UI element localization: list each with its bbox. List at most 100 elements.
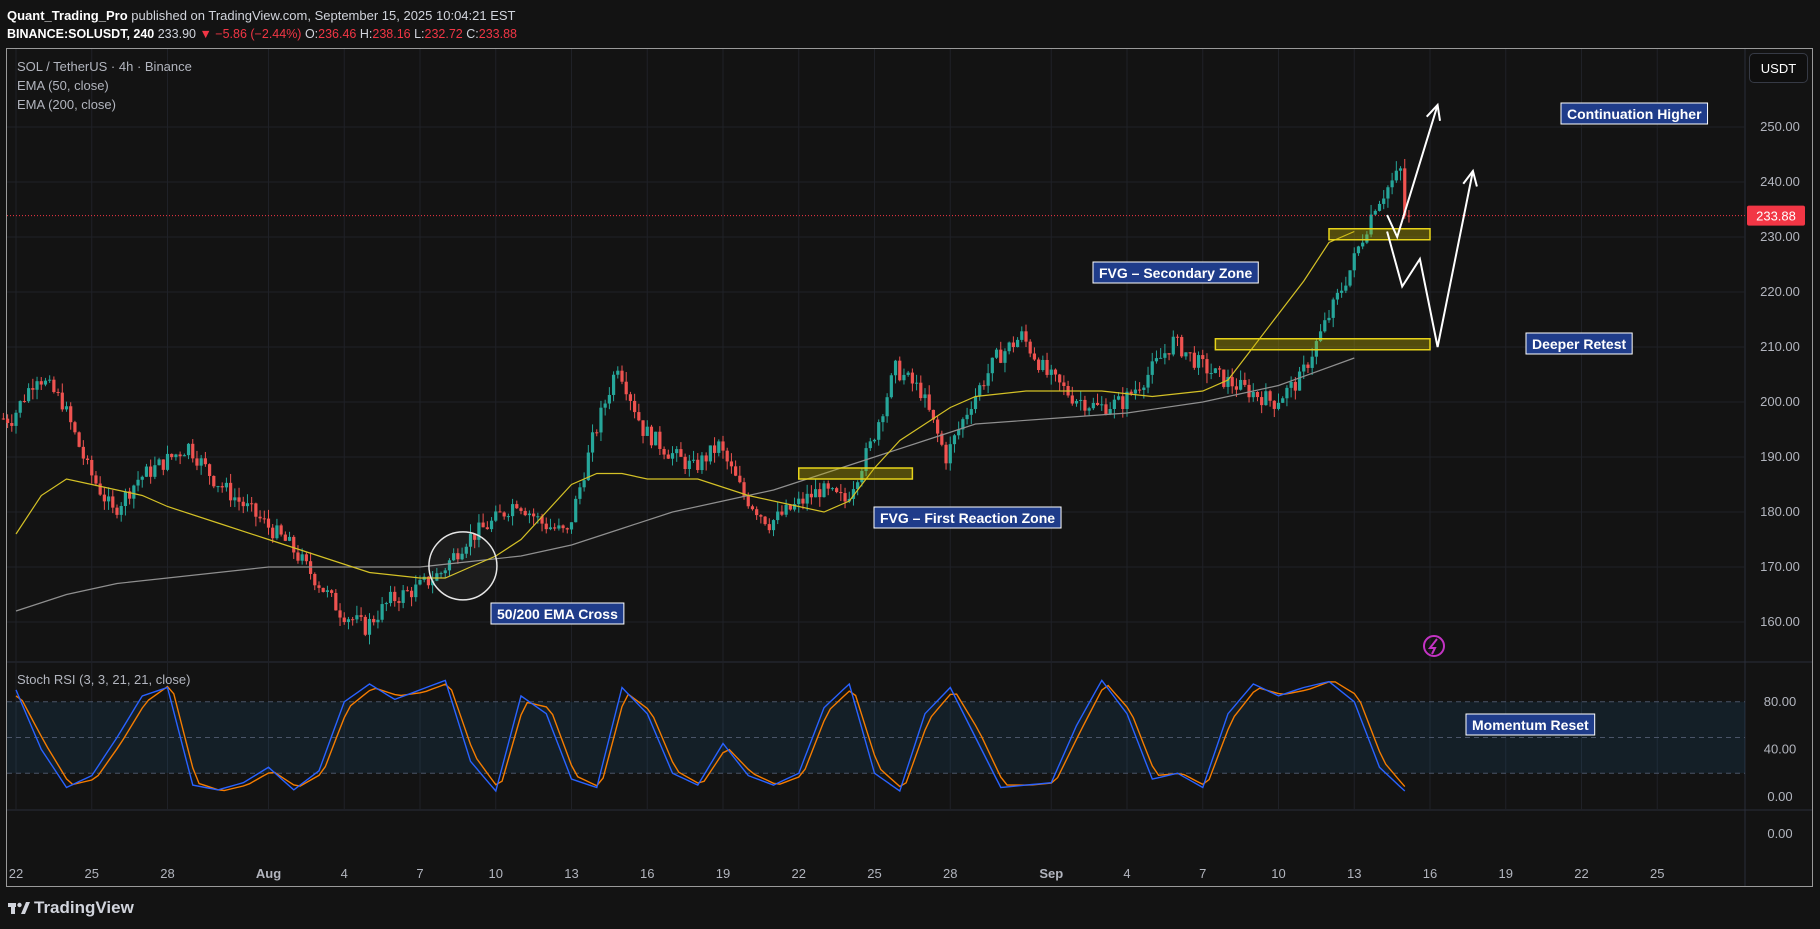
ema200-legend[interactable]: EMA (200, close)	[17, 97, 116, 112]
stoch-rsi-legend[interactable]: Stoch RSI (3, 3, 21, 21, close)	[17, 672, 190, 687]
candle-body	[405, 590, 409, 592]
time-tick-label: Sep	[1039, 866, 1063, 881]
candle-body	[140, 476, 144, 480]
candle-body	[944, 444, 948, 464]
candle-body	[330, 590, 334, 593]
candle-body	[102, 494, 106, 502]
candle-body	[1331, 299, 1335, 318]
candle-body	[502, 512, 506, 517]
candle-body	[1398, 168, 1403, 171]
candle-body	[1083, 399, 1087, 411]
candle-body	[359, 615, 363, 617]
candle-body	[212, 475, 216, 487]
candle-body	[1049, 369, 1053, 375]
candle-body	[1091, 402, 1095, 409]
candle-body	[237, 497, 241, 502]
candle-body	[401, 590, 405, 603]
candle-body	[325, 590, 330, 592]
candle-body	[1297, 371, 1302, 391]
candle-body	[342, 617, 346, 623]
candle-body	[881, 416, 885, 423]
candle-body	[1146, 374, 1150, 388]
time-tick-label: 4	[341, 866, 348, 881]
ema50-legend[interactable]: EMA (50, close)	[17, 78, 109, 93]
candle-body	[52, 379, 56, 393]
candle-body	[620, 370, 624, 382]
candle-body	[1310, 356, 1314, 368]
candle-body	[22, 401, 27, 403]
candle-body	[266, 518, 271, 528]
candle-body	[725, 450, 729, 462]
time-tick-label: 16	[1423, 866, 1437, 881]
time-tick-label: 7	[416, 866, 423, 881]
tradingview-logo-icon	[8, 901, 30, 915]
candle-body	[965, 414, 969, 420]
candle-body	[73, 422, 77, 433]
candle-body	[784, 504, 788, 515]
candle-body	[1276, 402, 1281, 409]
tradingview-logo[interactable]: TradingView	[8, 898, 134, 918]
candle-body	[1074, 400, 1079, 404]
candle-body	[1222, 369, 1226, 387]
candle-body	[393, 591, 397, 602]
currency-button[interactable]: USDT	[1749, 53, 1808, 83]
candle-body	[1116, 396, 1121, 400]
candle-body	[738, 475, 742, 483]
candle-body	[258, 516, 262, 519]
candle-body	[561, 525, 565, 529]
candle-body	[712, 445, 717, 453]
candle-body	[687, 460, 691, 470]
candle-body	[805, 493, 809, 504]
candle-body	[990, 357, 994, 374]
candle-body	[1352, 253, 1356, 271]
candle-body	[1133, 389, 1138, 394]
chart-canvas[interactable]: 160.00170.00180.00190.00200.00210.00220.…	[0, 0, 1820, 929]
candle-body	[1192, 352, 1196, 368]
candle-body	[157, 459, 161, 466]
candle-body	[675, 449, 679, 454]
candle-body	[818, 489, 822, 498]
time-tick-label: 25	[1650, 866, 1664, 881]
candle-body	[986, 373, 990, 386]
candle-body	[31, 388, 35, 390]
candle-body	[649, 426, 654, 446]
price-tick-label: 190.00	[1760, 449, 1800, 464]
candle-body	[489, 520, 494, 530]
candle-body	[304, 554, 308, 562]
fvg-zone	[1328, 228, 1431, 241]
candle-body	[670, 453, 675, 459]
candle-body	[69, 406, 73, 423]
candle-body	[822, 483, 826, 498]
symbol-legend[interactable]: SOL / TetherUS · 4h · Binance	[17, 59, 192, 74]
candle-body	[1201, 355, 1205, 360]
candle-body	[633, 400, 637, 413]
candle-body	[729, 461, 734, 467]
time-tick-label: 13	[564, 866, 578, 881]
candle-body	[1079, 399, 1083, 401]
continuation-higher-label: Continuation Higher	[1567, 106, 1702, 122]
candle-body	[153, 465, 157, 477]
price-tick-label: 230.00	[1760, 229, 1800, 244]
candle-body	[1272, 400, 1276, 409]
candle-body	[1, 418, 5, 420]
candle-body	[797, 498, 801, 505]
stoch-tick-label: 40.00	[1764, 741, 1797, 756]
candle-body	[839, 492, 843, 494]
candle-body	[317, 585, 321, 588]
candle-body	[1062, 382, 1066, 387]
candle-body	[607, 394, 611, 404]
candle-body	[1382, 198, 1386, 204]
candle-body	[843, 493, 847, 502]
candle-body	[982, 385, 986, 387]
candle-body	[868, 441, 872, 449]
fvg-zone	[798, 467, 914, 480]
candle-body	[1020, 331, 1024, 340]
extra-pane-tick-label: 0.00	[1767, 826, 1792, 841]
candle-body	[1175, 336, 1180, 338]
candle-body	[1327, 317, 1331, 321]
time-tick-label: 7	[1199, 866, 1206, 881]
candle-body	[578, 487, 582, 499]
candle-body	[43, 380, 48, 385]
candle-body	[77, 432, 81, 447]
candle-body	[1095, 402, 1100, 405]
